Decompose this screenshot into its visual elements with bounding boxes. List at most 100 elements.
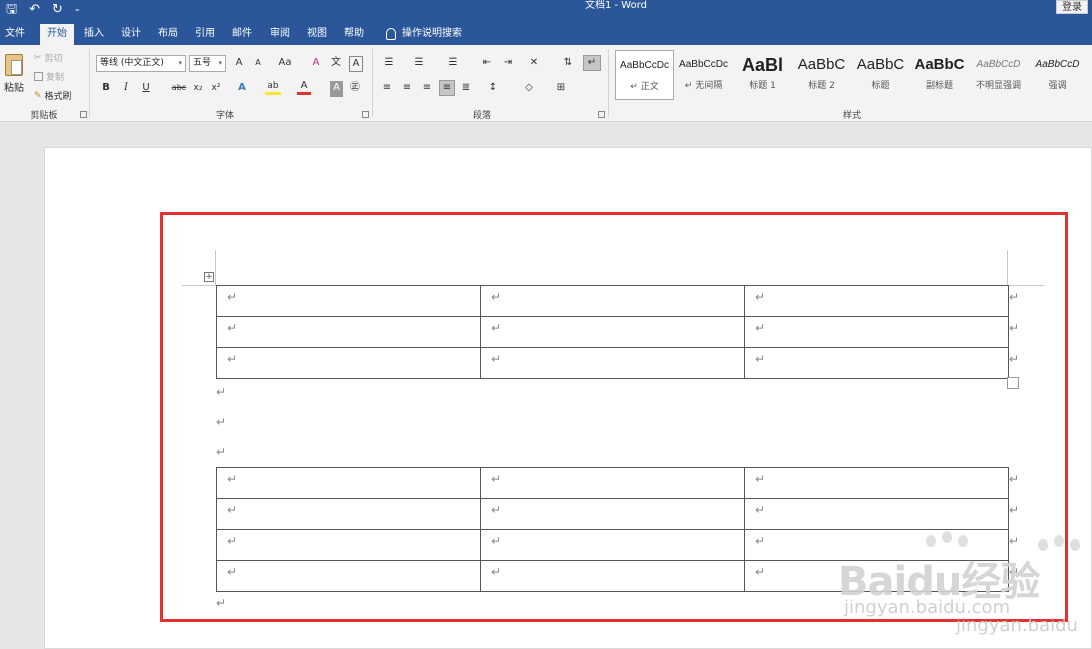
subscript-button[interactable]: x₂ bbox=[192, 81, 204, 97]
tab-view[interactable]: 视图 bbox=[303, 24, 331, 45]
brush-icon: ✎ bbox=[34, 90, 42, 101]
shrink-font-button[interactable]: A bbox=[251, 56, 265, 72]
style-heading-1[interactable]: AaBl 标题 1 bbox=[733, 50, 792, 100]
paragraph-launcher-icon[interactable] bbox=[598, 111, 605, 118]
font-color-button[interactable]: A bbox=[297, 79, 311, 95]
decrease-indent-icon: ⇤ bbox=[482, 57, 492, 68]
show-marks-button[interactable]: ↵ bbox=[583, 55, 601, 71]
clipboard-group-label: 剪贴板 bbox=[30, 111, 58, 121]
distribute-button[interactable]: ≣ bbox=[459, 81, 473, 97]
baidu-watermark: Baidu经验 jingyan.baidu.com jingyan.baidu bbox=[838, 531, 1092, 641]
line-spacing-icon: ↕ bbox=[488, 82, 498, 93]
styles-group-label: 样式 bbox=[842, 111, 861, 121]
tab-insert[interactable]: 插入 bbox=[80, 24, 108, 45]
group-divider bbox=[608, 49, 609, 117]
chinese-layout-icon: ✕ bbox=[529, 57, 539, 68]
text-effects-button[interactable]: A bbox=[236, 81, 248, 97]
align-right-icon: ≡ bbox=[422, 82, 432, 93]
styles-gallery: AaBbCcDc ↵ 正文 AaBbCcDc ↵ 无间隔 AaBl 标题 1 A… bbox=[614, 50, 1092, 100]
group-divider bbox=[89, 49, 90, 117]
paint-bucket-icon: ◇ bbox=[525, 82, 533, 93]
tab-help[interactable]: 帮助 bbox=[340, 24, 368, 45]
style-subtle-emphasis[interactable]: AaBbCcD 不明显强调 bbox=[969, 50, 1028, 100]
login-button[interactable]: 登录 bbox=[1056, 0, 1088, 14]
format-painter-button[interactable]: ✎ 格式刷 bbox=[34, 89, 72, 103]
borders-icon: ⊞ bbox=[556, 82, 566, 93]
phonetic-guide-button[interactable]: 文 bbox=[329, 56, 343, 72]
grow-font-button[interactable]: A bbox=[232, 56, 246, 72]
window-title: 文档1 - Word bbox=[584, 0, 648, 11]
tab-design[interactable]: 设计 bbox=[117, 24, 145, 45]
distribute-icon: ≣ bbox=[461, 82, 471, 93]
change-case-button[interactable]: Aa bbox=[274, 56, 296, 72]
multilevel-list-button[interactable]: ☰ bbox=[444, 56, 462, 72]
ribbon: 粘贴 ✂ 剪切 复制 ✎ 格式刷 剪贴板 等线 (中文正文) ▾ 五号 ▾ A A Aa… bbox=[0, 45, 1092, 122]
chevron-down-icon: ▾ bbox=[218, 59, 222, 67]
copy-icon bbox=[34, 72, 43, 81]
chevron-down-icon: ▾ bbox=[178, 59, 182, 67]
chinese-layout-button[interactable]: ✕ bbox=[525, 56, 543, 72]
style-heading-2[interactable]: AaBbC 标题 2 bbox=[792, 50, 851, 100]
style-title[interactable]: AaBbC 标题 bbox=[851, 50, 910, 100]
scissors-icon: ✂ bbox=[34, 52, 42, 63]
ribbon-tabs: 文件 开始 插入 设计 布局 引用 邮件 审阅 视图 帮助 操作说明搜索 bbox=[0, 20, 1092, 45]
style-normal[interactable]: AaBbCcDc ↵ 正文 bbox=[615, 50, 674, 100]
paragraph-group-label: 段落 bbox=[472, 111, 491, 121]
cut-button[interactable]: ✂ 剪切 bbox=[34, 51, 63, 65]
strikethrough-button[interactable]: abc bbox=[170, 81, 188, 97]
clipboard-launcher-icon[interactable] bbox=[80, 111, 87, 118]
tell-me-search[interactable]: 操作说明搜索 bbox=[386, 24, 462, 43]
character-border-button[interactable]: A bbox=[349, 56, 363, 72]
tab-layout[interactable]: 布局 bbox=[154, 24, 182, 45]
tab-file[interactable]: 文件 bbox=[2, 24, 28, 45]
font-group-label: 字体 bbox=[215, 111, 234, 121]
tab-review[interactable]: 审阅 bbox=[266, 24, 294, 45]
title-bar: 🖫 ↶ ↻ ₌ 文档1 - Word 登录 bbox=[0, 0, 1092, 20]
italic-button[interactable]: I bbox=[120, 81, 132, 97]
copy-button[interactable]: 复制 bbox=[34, 70, 64, 83]
increase-indent-icon: ⇥ bbox=[503, 57, 513, 68]
sort-icon: ⇅ bbox=[563, 57, 573, 68]
char-shading-button[interactable]: A bbox=[330, 81, 343, 97]
sort-button[interactable]: ⇅ bbox=[560, 56, 576, 72]
font-launcher-icon[interactable] bbox=[362, 111, 369, 118]
watermark-url: jingyan.baidu bbox=[956, 615, 1078, 636]
bullets-icon: ☰ bbox=[384, 57, 394, 68]
bullets-button[interactable]: ☰ bbox=[380, 56, 398, 72]
tab-home[interactable]: 开始 bbox=[40, 24, 74, 45]
borders-button[interactable]: ⊞ bbox=[552, 81, 570, 97]
superscript-button[interactable]: x² bbox=[210, 81, 222, 97]
bold-button[interactable]: B bbox=[100, 81, 112, 97]
align-center-button[interactable]: ≡ bbox=[400, 81, 414, 97]
increase-indent-button[interactable]: ⇥ bbox=[500, 56, 516, 72]
underline-button[interactable]: U bbox=[140, 81, 152, 97]
style-no-spacing[interactable]: AaBbCcDc ↵ 无间隔 bbox=[674, 50, 733, 100]
paste-icon[interactable] bbox=[5, 54, 23, 76]
tab-mailings[interactable]: 邮件 bbox=[228, 24, 256, 45]
font-size-select[interactable]: 五号 ▾ bbox=[189, 55, 226, 72]
style-emphasis[interactable]: AaBbCcD 强调 bbox=[1028, 50, 1087, 100]
clear-format-button[interactable]: A bbox=[309, 56, 323, 72]
highlight-button[interactable]: ab bbox=[265, 79, 281, 95]
tell-me-label: 操作说明搜索 bbox=[402, 28, 462, 39]
lightbulb-icon bbox=[386, 27, 396, 40]
shading-button[interactable]: ◇ bbox=[520, 81, 538, 97]
paste-button[interactable]: 粘贴 bbox=[4, 79, 24, 94]
multilevel-list-icon: ☰ bbox=[448, 57, 458, 68]
decrease-indent-button[interactable]: ⇤ bbox=[479, 56, 495, 72]
enclose-characters-button[interactable]: ㊣ bbox=[348, 81, 362, 97]
style-subtitle[interactable]: AaBbC 副标题 bbox=[910, 50, 969, 100]
align-left-button[interactable]: ≡ bbox=[380, 81, 394, 97]
numbering-button[interactable]: ☰ bbox=[410, 56, 428, 72]
font-name-select[interactable]: 等线 (中文正文) ▾ bbox=[96, 55, 186, 72]
tab-references[interactable]: 引用 bbox=[191, 24, 219, 45]
line-spacing-button[interactable]: ↕ bbox=[484, 81, 502, 97]
align-left-icon: ≡ bbox=[382, 82, 392, 93]
align-right-button[interactable]: ≡ bbox=[420, 81, 434, 97]
align-center-icon: ≡ bbox=[402, 82, 412, 93]
justify-icon: ≡ bbox=[442, 82, 452, 93]
numbering-icon: ☰ bbox=[414, 57, 424, 68]
group-divider bbox=[372, 49, 373, 117]
justify-button[interactable]: ≡ bbox=[439, 80, 455, 96]
pilcrow-icon: ↵ bbox=[587, 57, 597, 68]
